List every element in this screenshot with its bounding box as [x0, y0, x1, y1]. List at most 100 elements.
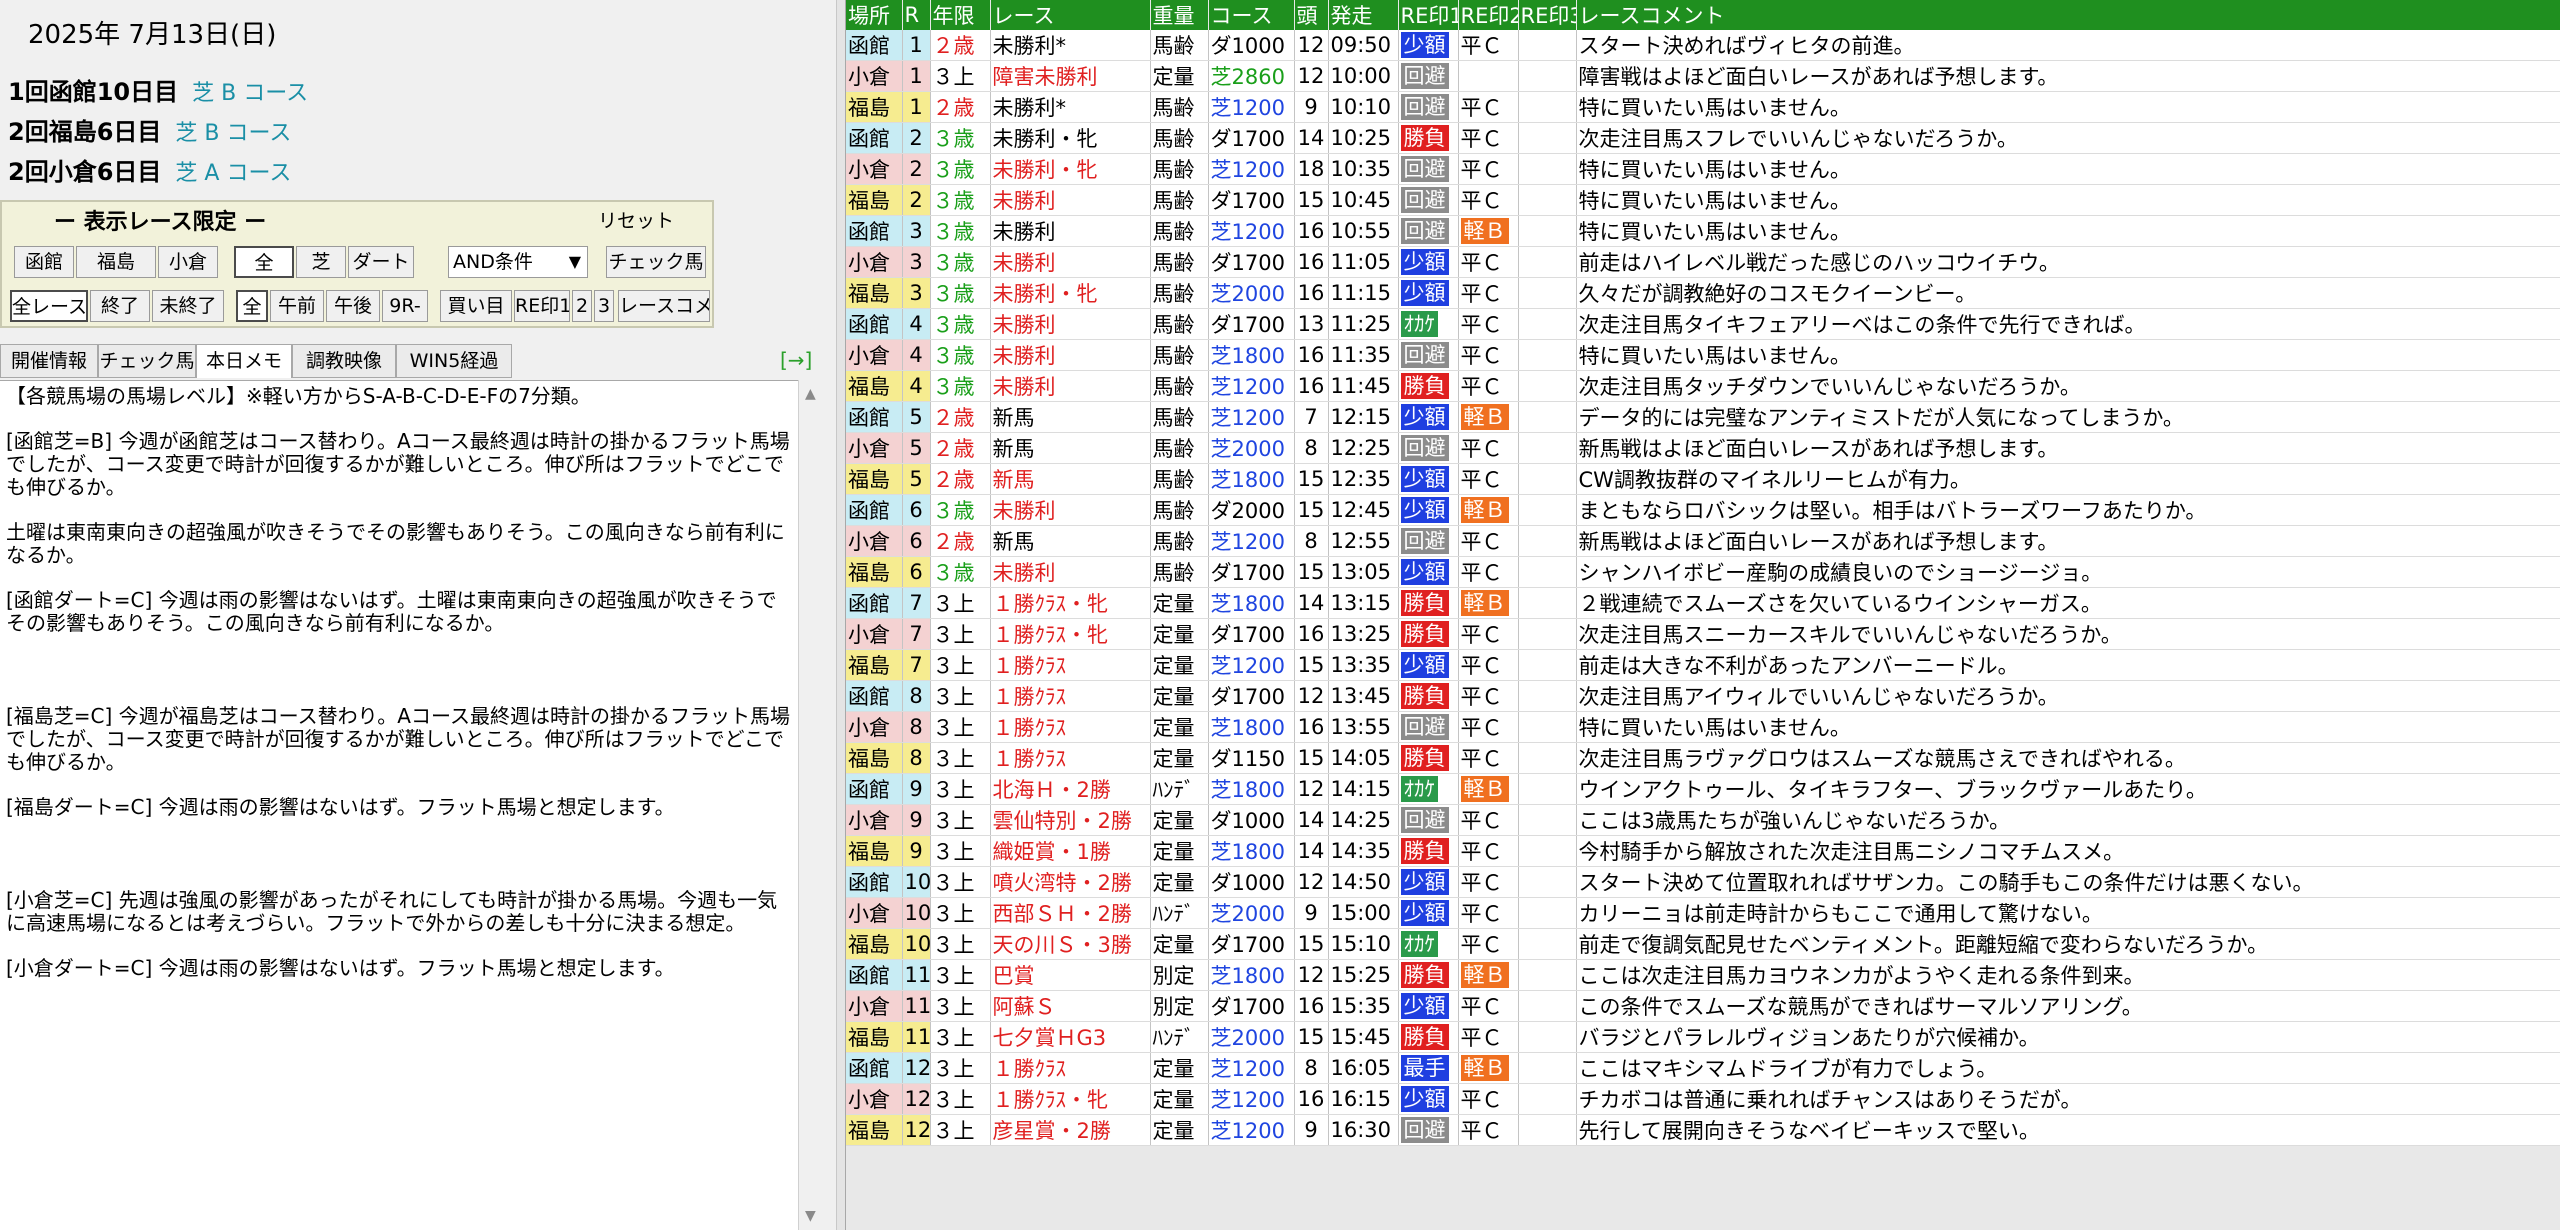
table-cell: 芝1800	[1208, 773, 1295, 805]
filter-mark1-button[interactable]: RE印1	[514, 290, 570, 322]
venue-kokura[interactable]: 2回小倉6日目芝 A コース	[8, 152, 291, 187]
table-row[interactable]: 函館 8 ３上 １勝ｸﾗｽ 定量 ダ1700 12 13:45 勝負 平Ｃ 次走注目馬アイウィルでい…	[846, 680, 2560, 712]
table-row[interactable]: 福島 7 ３上 １勝ｸﾗｽ 定量 芝1200 15 13:35 少額 平Ｃ 前走は大きな不利があった…	[846, 649, 2560, 681]
filter-turf-button[interactable]: 芝	[296, 246, 346, 278]
scroll-down-arrow-icon[interactable]: ▼	[805, 1208, 816, 1224]
table-row[interactable]: 小倉 10 ３上 西部ＳＨ・2勝 ﾊﾝﾃﾞ 芝2000 9 15:00 少額 平Ｃ カリーニョは前走…	[846, 897, 2560, 929]
filter-all-races-button[interactable]: 全レース	[10, 290, 88, 322]
table-row[interactable]: 福島 6 ３歳 未勝利 馬齢 ダ1700 15 13:05 少額 平Ｃ シャンハイボビー産駒の成績良…	[846, 556, 2560, 588]
table-row[interactable]: 小倉 11 ３上 阿蘇Ｓ 別定 ダ1700 16 15:35 少額 平Ｃ この条件でスムーズな競馬が…	[846, 990, 2560, 1022]
table-cell: 2	[902, 184, 931, 216]
table-cell: 新馬	[990, 463, 1151, 495]
filter-mark3-button[interactable]: 3	[594, 290, 614, 322]
table-cell: 少額	[1398, 277, 1459, 309]
table-row[interactable]: 小倉 5 ２歳 新馬 馬齢 芝2000 8 12:25 回避 平Ｃ 新馬戦はよほど面白いレースがあれ…	[846, 432, 2560, 464]
table-cell: 11:45	[1328, 370, 1399, 402]
table-row[interactable]: 函館 12 ３上 １勝ｸﾗｽ 定量 芝1200 8 16:05 最手 軽Ｂ ここはマキシマムドライブ…	[846, 1052, 2560, 1084]
column-header[interactable]: RE印2	[1458, 0, 1519, 30]
reset-link[interactable]: リセット	[598, 206, 674, 233]
table-row[interactable]: 小倉 12 ３上 １勝ｸﾗｽ・牝 定量 芝1200 16 16:15 少額 平Ｃ チカボコは普通に乗…	[846, 1083, 2560, 1115]
table-cell: 未勝利	[990, 370, 1151, 402]
table-row[interactable]: 函館 4 ３歳 未勝利 馬齢 ダ1700 13 11:25 ｵｶｹ 平Ｃ 次走注目馬タイキフェアリー…	[846, 308, 2560, 340]
table-row[interactable]: 福島 9 ３上 織姫賞・1勝 定量 芝1800 14 14:35 勝負 平Ｃ 今村騎手から解放された…	[846, 835, 2560, 867]
table-row[interactable]: 函館 3 ３歳 未勝利 馬齢 芝1200 16 10:55 回避 軽Ｂ 特に買いたい馬はいません。	[846, 215, 2560, 247]
table-row[interactable]: 函館 7 ３上 １勝ｸﾗｽ・牝 定量 芝1800 14 13:15 勝負 軽Ｂ ２戦連続でスムーズさ…	[846, 587, 2560, 619]
scroll-up-arrow-icon[interactable]: ▲	[805, 386, 816, 402]
filter-fukushima-button[interactable]: 福島	[76, 246, 156, 278]
table-row[interactable]: 小倉 4 ３歳 未勝利 馬齢 芝1800 16 11:35 回避 平Ｃ 特に買いたい馬はいません。	[846, 339, 2560, 371]
filter-title: ー 表示レース限定 ー	[54, 210, 267, 235]
column-header[interactable]: R	[902, 0, 931, 30]
panel-splitter[interactable]	[836, 0, 846, 1230]
filter-race-comment-button[interactable]: レースコメ	[618, 290, 710, 322]
table-row[interactable]: 函館 6 ３歳 未勝利 馬齢 ダ2000 15 12:45 少額 軽Ｂ まともならロバシックは堅い。…	[846, 494, 2560, 526]
table-cell: 芝1200	[1208, 649, 1295, 681]
filter-finished-button[interactable]: 終了	[90, 290, 150, 322]
table-row[interactable]: 福島 12 ３上 彦星賞・2勝 定量 芝1200 9 16:30 回避 平Ｃ 先行して展開向きそうな…	[846, 1114, 2560, 1146]
venue-fukushima[interactable]: 2回福島6日目芝 B コース	[8, 112, 291, 147]
filter-hakodate-button[interactable]: 函館	[14, 246, 74, 278]
table-row[interactable]: 福島 3 ３歳 未勝利・牝 馬齢 芝2000 16 11:15 少額 平Ｃ 久々だが調教絶好のコスモ…	[846, 277, 2560, 309]
table-row[interactable]: 福島 1 ２歳 未勝利* 馬齢 芝1200 9 10:10 回避 平Ｃ 特に買いたい馬はいません。	[846, 91, 2560, 123]
column-header[interactable]: レースコメント	[1576, 0, 2560, 30]
expand-arrow-icon[interactable]: [→]	[780, 348, 812, 372]
column-header[interactable]: RE印1	[1398, 0, 1459, 30]
table-row[interactable]: 小倉 8 ３上 １勝ｸﾗｽ 定量 芝1800 16 13:55 回避 平Ｃ 特に買いたい馬はいません…	[846, 711, 2560, 743]
table-cell: 09:50	[1328, 30, 1399, 61]
column-header[interactable]: レース	[990, 0, 1151, 30]
table-row[interactable]: 函館 5 ２歳 新馬 馬齢 芝1200 7 12:15 少額 軽Ｂ データ的には完璧なアンティミスト…	[846, 401, 2560, 433]
column-header[interactable]: 発走	[1328, 0, 1399, 30]
table-row[interactable]: 福島 2 ３歳 未勝利 馬齢 ダ1700 15 10:45 回避 平Ｃ 特に買いたい馬はいません。	[846, 184, 2560, 216]
table-row[interactable]: 小倉 7 ３上 １勝ｸﾗｽ・牝 定量 ダ1700 16 13:25 勝負 平Ｃ 次走注目馬スニーカー…	[846, 618, 2560, 650]
table-cell: 彦星賞・2勝	[990, 1114, 1151, 1146]
filter-unfinished-button[interactable]: 未終了	[152, 290, 224, 322]
table-row[interactable]: 小倉 1 ３上 障害未勝利 定量 芝2860 12 10:00 回避 障害戦はよほど面白いレースが…	[846, 60, 2560, 92]
memo-textarea[interactable]: 【各競馬場の馬場レベル】※軽い方からS-A-B-C-D-E-Fの7分類。 [函館…	[0, 380, 798, 1230]
filter-all-surface-button[interactable]: 全	[234, 246, 294, 278]
table-cell: 七夕賞ＨG3	[990, 1021, 1151, 1053]
filter-mark2-button[interactable]: 2	[572, 290, 592, 322]
table-row[interactable]: 函館 11 ３上 巴賞 別定 芝1800 12 15:25 勝負 軽Ｂ ここは次走注目馬カヨウネンカ…	[846, 959, 2560, 991]
table-row[interactable]: 福島 5 ２歳 新馬 馬齢 芝1800 15 12:35 少額 平Ｃ CW調教抜群のマイネルリーヒム…	[846, 463, 2560, 495]
table-cell: 特に買いたい馬はいません。	[1576, 711, 2560, 743]
table-row[interactable]: 小倉 6 ２歳 新馬 馬齢 芝1200 8 12:55 回避 平Ｃ 新馬戦はよほど面白いレースがあれ…	[846, 525, 2560, 557]
table-row[interactable]: 小倉 2 ３歳 未勝利・牝 馬齢 芝1200 18 10:35 回避 平Ｃ 特に買いたい馬はいません…	[846, 153, 2560, 185]
table-row[interactable]: 福島 10 ３上 天の川Ｓ・3勝 定量 ダ1700 15 15:10 ｵｶｹ 平Ｃ 前走で復調気配見…	[846, 928, 2560, 960]
filter-bets-button[interactable]: 買い目	[440, 290, 512, 322]
table-cell: 芝2000	[1208, 277, 1295, 309]
table-cell: 14	[1294, 587, 1329, 619]
table-cell: 馬齢	[1150, 525, 1209, 557]
tab-kaisai-info[interactable]: 開催情報	[0, 344, 98, 378]
tab-training-video[interactable]: 調教映像	[292, 344, 396, 378]
table-row[interactable]: 函館 1 ２歳 未勝利* 馬齢 ダ1000 12 09:50 少額 平Ｃ スタート決めればヴィヒタの…	[846, 30, 2560, 61]
condition-select[interactable]: AND条件 ▼	[448, 246, 588, 278]
column-header[interactable]: 頭	[1294, 0, 1329, 30]
column-header[interactable]: 場所	[846, 0, 903, 30]
column-header[interactable]: 年限	[930, 0, 991, 30]
tab-today-memo[interactable]: 本日メモ	[196, 344, 292, 378]
filter-kokura-button[interactable]: 小倉	[158, 246, 218, 278]
table-row[interactable]: 函館 9 ３上 北海Ｈ・2勝 ﾊﾝﾃﾞ 芝1800 12 14:15 ｵｶｹ 軽Ｂ ウインアクトゥー…	[846, 773, 2560, 805]
table-row[interactable]: 福島 11 ３上 七夕賞ＨG3 ﾊﾝﾃﾞ 芝2000 15 15:45 勝負 平Ｃ バラジとパラレル…	[846, 1021, 2560, 1053]
column-header[interactable]: コース	[1208, 0, 1295, 30]
table-row[interactable]: 函館 10 ３上 噴火湾特・2勝 定量 ダ1000 12 14:50 少額 平Ｃ スタート決めて位置…	[846, 866, 2560, 898]
column-header[interactable]: 重量	[1150, 0, 1209, 30]
table-cell: 8	[1294, 1052, 1329, 1084]
memo-scrollbar[interactable]: ▲ ▼	[798, 380, 824, 1230]
filter-9r-button[interactable]: 9R-	[382, 290, 428, 322]
check-horse-button[interactable]: チェック馬	[606, 246, 706, 278]
table-cell: 勝負	[1398, 959, 1459, 991]
filter-all-time-button[interactable]: 全	[236, 290, 268, 322]
tab-win5[interactable]: WIN5経過	[396, 344, 512, 378]
table-row[interactable]: 小倉 9 ３上 雲仙特別・2勝 定量 ダ1000 14 14:25 回避 平Ｃ ここは3歳馬たちが強…	[846, 804, 2560, 836]
table-row[interactable]: 福島 4 ３歳 未勝利 馬齢 芝1200 16 11:45 勝負 平Ｃ 次走注目馬タッチダウンでいい…	[846, 370, 2560, 402]
tab-check-horse[interactable]: チェック馬	[98, 344, 196, 378]
table-row[interactable]: 小倉 3 ３歳 未勝利 馬齢 ダ1700 16 11:05 少額 平Ｃ 前走はハイレベル戦だった感じ…	[846, 246, 2560, 278]
filter-morning-button[interactable]: 午前	[270, 290, 324, 322]
filter-afternoon-button[interactable]: 午後	[326, 290, 380, 322]
table-row[interactable]: 函館 2 ３歳 未勝利・牝 馬齢 ダ1700 14 10:25 勝負 平Ｃ 次走注目馬スフレでいいん…	[846, 122, 2560, 154]
column-header[interactable]: RE印3	[1518, 0, 1577, 30]
table-row[interactable]: 福島 8 ３上 １勝ｸﾗｽ 定量 ダ1150 15 14:05 勝負 平Ｃ 次走注目馬ラヴァグロウは…	[846, 742, 2560, 774]
venue-hakodate[interactable]: 1回函館10日目芝 B コース	[8, 72, 308, 107]
filter-dirt-button[interactable]: ダート	[348, 246, 414, 278]
